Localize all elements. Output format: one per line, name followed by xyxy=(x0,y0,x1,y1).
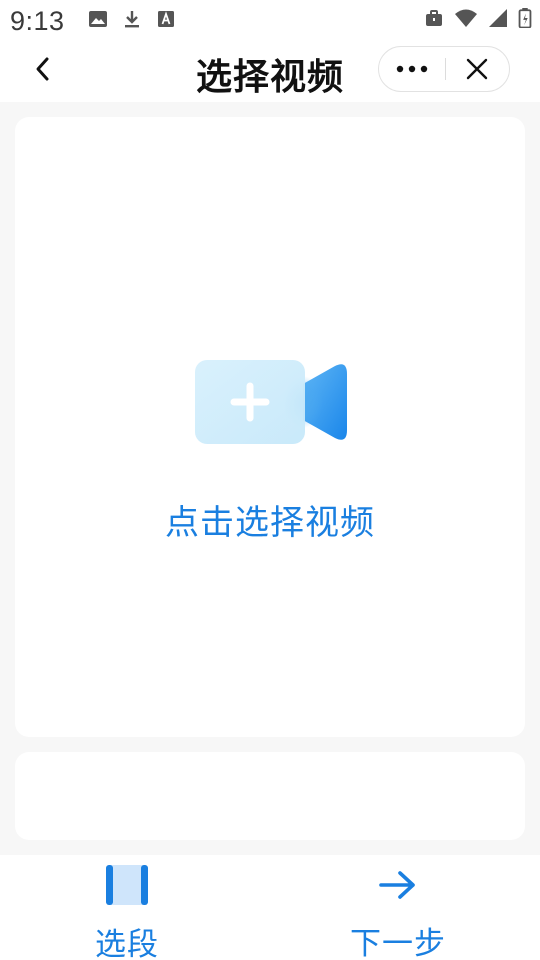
header: 选择视频 xyxy=(0,44,540,102)
video-info-card xyxy=(15,752,525,840)
status-system-icons xyxy=(424,8,532,28)
download-icon xyxy=(125,11,139,28)
segment-label: 选段 xyxy=(95,927,159,960)
signal-icon xyxy=(489,9,507,27)
status-notification-icons xyxy=(88,9,176,29)
video-add-icon xyxy=(195,360,347,444)
chevron-left-icon xyxy=(36,57,49,81)
status-bar: 9:13 xyxy=(0,0,540,44)
back-button[interactable] xyxy=(28,54,58,84)
close-button[interactable] xyxy=(446,46,510,92)
image-icon xyxy=(89,11,107,27)
mini-program-capsule xyxy=(378,46,510,92)
select-video-label: 点击选择视频 xyxy=(165,503,375,543)
segment-icon xyxy=(106,865,148,905)
next-step-label: 下一步 xyxy=(350,926,446,960)
wifi-icon xyxy=(455,9,477,27)
bottom-action-bar: 选段 下一步 xyxy=(0,855,540,960)
close-icon xyxy=(467,58,488,80)
briefcase-icon xyxy=(426,10,442,26)
battery-icon xyxy=(518,8,532,28)
segment-button[interactable]: 选段 xyxy=(47,863,207,960)
arrow-right-icon xyxy=(379,870,415,899)
text-a-icon xyxy=(158,11,174,27)
status-time: 9:13 xyxy=(10,6,65,36)
more-button[interactable] xyxy=(379,46,445,92)
more-dots-icon xyxy=(396,65,427,73)
select-video-area[interactable]: 点击选择视频 xyxy=(15,117,525,737)
next-step-button[interactable]: 下一步 xyxy=(318,863,478,960)
